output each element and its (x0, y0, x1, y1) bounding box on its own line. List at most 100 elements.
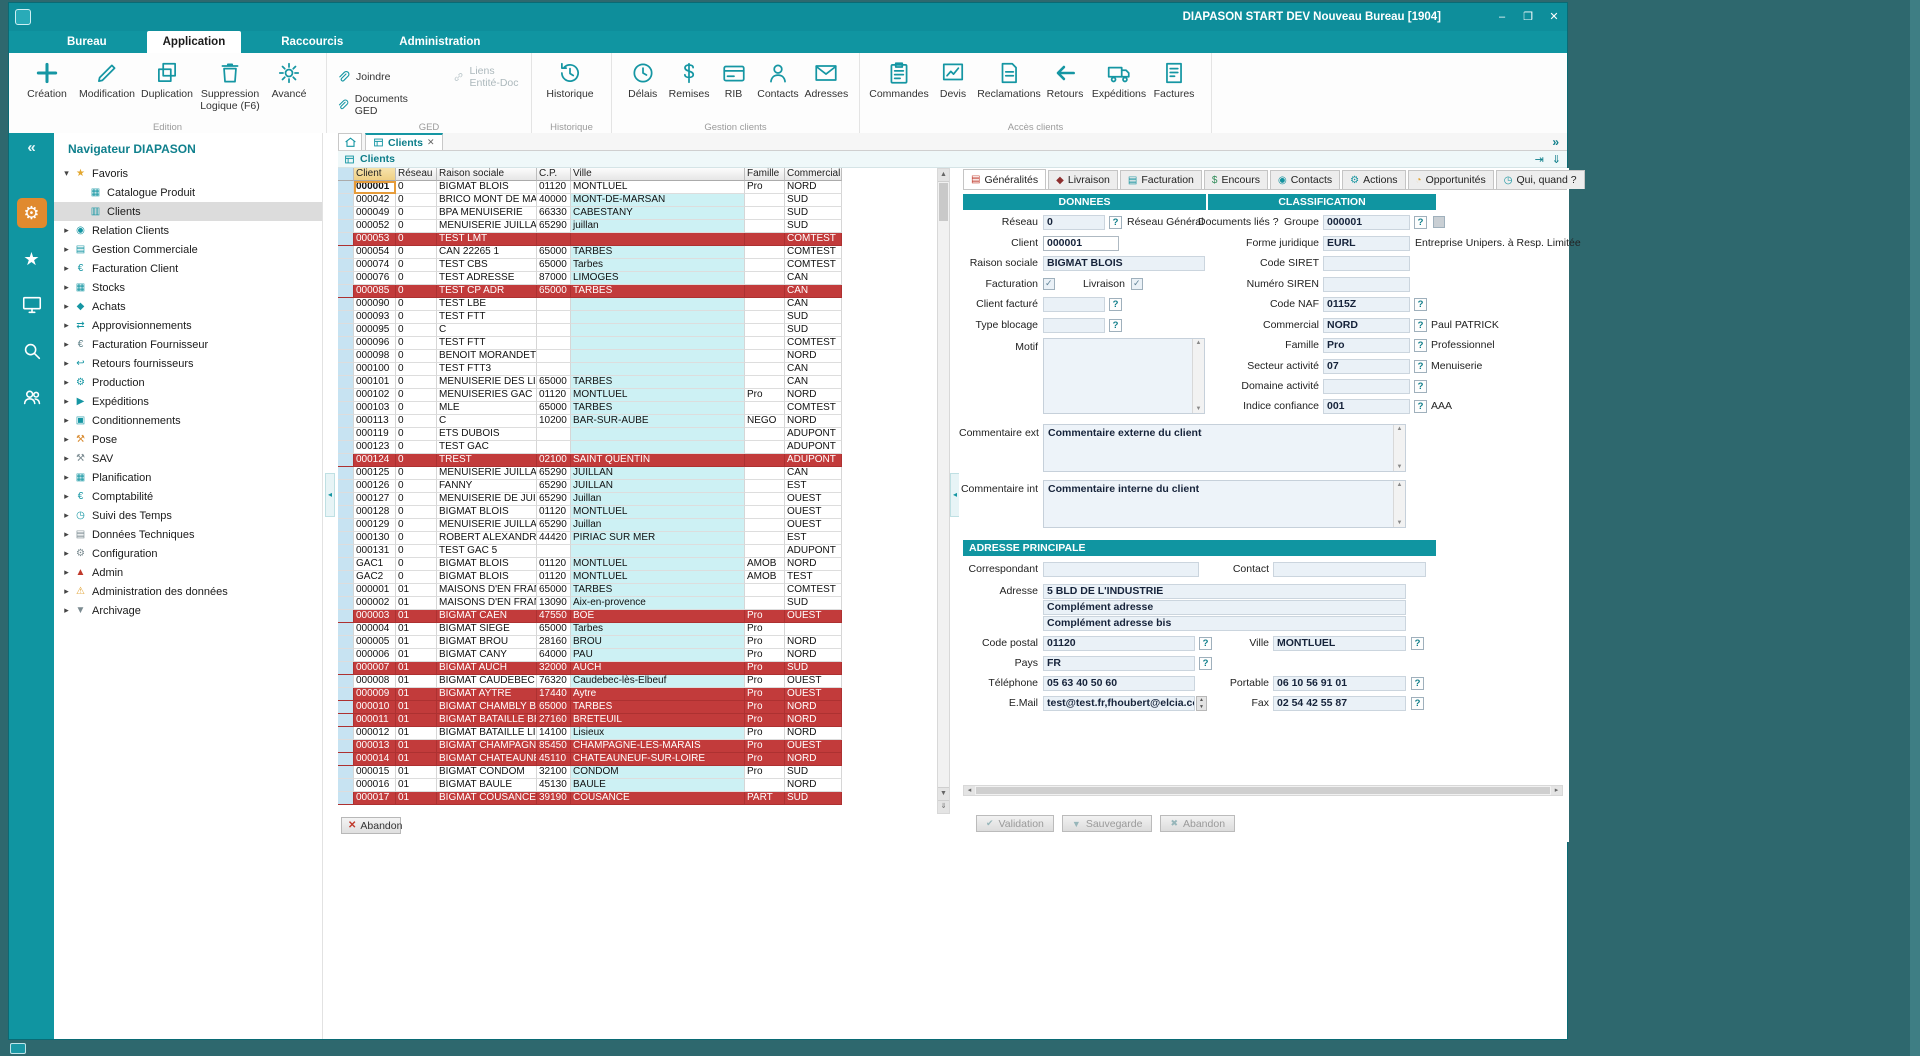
expander-arrow-icon[interactable]: ▸ (60, 529, 73, 540)
table-row[interactable]: 000103 0 MLE 65000 TARBES COMTEST (338, 402, 950, 415)
table-row[interactable]: 000008 01 BIGMAT CAUDEBEC 76320 Caudebec… (338, 675, 950, 688)
scroll-up-icon[interactable]: ▲ (938, 169, 949, 182)
table-row[interactable]: 000009 01 BIGMAT AYTRE 17440 Aytre Pro O… (338, 688, 950, 701)
table-row[interactable]: 000095 0 C SUD (338, 324, 950, 337)
expeditions-button[interactable]: Expéditions (1088, 57, 1150, 100)
nav-tree-item[interactable]: ▸ ◆ Achats (54, 297, 322, 316)
table-row[interactable]: 000123 0 TEST GAC ADUPONT (338, 441, 950, 454)
table-row[interactable]: GAC2 0 BIGMAT BLOIS 01120 MONTLUEL AMOB … (338, 571, 950, 584)
pays-help-button[interactable]: ? (1199, 657, 1212, 670)
expander-arrow-icon[interactable]: ▸ (60, 377, 73, 388)
scroll-left-icon[interactable]: ◂ (964, 786, 975, 795)
textarea-scrollbar[interactable] (1393, 481, 1405, 527)
code-naf-field[interactable]: 0115Z (1323, 297, 1410, 312)
table-row[interactable]: 000007 01 BIGMAT AUCH 32000 AUCH Pro SUD (338, 662, 950, 675)
table-row[interactable]: 000102 0 MENUISERIES GAC 01120 MONTLUEL … (338, 389, 950, 402)
table-row[interactable]: 000014 01 BIGMAT CHATEAUNEUF 45110 CHATE… (338, 753, 950, 766)
email-spinner[interactable] (1196, 696, 1207, 711)
indice-help-button[interactable]: ? (1414, 400, 1427, 413)
minimize-button[interactable]: – (1489, 6, 1515, 28)
famille-field[interactable]: Pro (1323, 338, 1410, 353)
expander-arrow-icon[interactable]: ▸ (60, 320, 73, 331)
commentaire-int-textarea[interactable]: Commentaire interne du client (1043, 480, 1406, 528)
historique-button[interactable]: Historique (540, 57, 600, 100)
commentaire-ext-textarea[interactable]: Commentaire externe du client (1043, 424, 1406, 472)
textarea-scrollbar[interactable] (1192, 339, 1204, 413)
nav-tree-item[interactable]: ▸ ▤ Données Techniques (54, 525, 322, 544)
correspondant-field[interactable] (1043, 562, 1199, 577)
table-row[interactable]: 000005 01 BIGMAT BROU 28160 BROU Pro NOR… (338, 636, 950, 649)
expander-arrow-icon[interactable]: ▸ (60, 225, 73, 236)
nav-tree-item[interactable]: ▸ ▼ Archivage (54, 601, 322, 620)
clients-tab[interactable]: Clients ✕ (365, 133, 443, 150)
ville-help-button[interactable]: ? (1411, 637, 1424, 650)
table-row[interactable]: 000113 0 C 10200 BAR-SUR-AUBE NEGO NORD (338, 415, 950, 428)
detail-tab[interactable]: $ Encours (1204, 170, 1268, 189)
expander-arrow-icon[interactable]: ▸ (60, 415, 73, 426)
close-button[interactable]: ✕ (1541, 6, 1567, 28)
table-row[interactable]: 000098 0 BENOIT MORANDET NORD (338, 350, 950, 363)
groupe-help-button[interactable]: ? (1414, 216, 1427, 229)
code-postal-help-button[interactable]: ? (1199, 637, 1212, 650)
table-row[interactable]: 000001 0 BIGMAT BLOIS 01120 MONTLUEL Pro… (338, 181, 950, 194)
scroll-down-icon[interactable]: ▼ (938, 787, 949, 800)
table-row[interactable]: 000001 01 MAISONS D'EN FRANCE 65000 TARB… (338, 584, 950, 597)
pin-panel-icon[interactable]: ⇥ (1535, 153, 1544, 166)
table-row[interactable]: 000130 0 ROBERT ALEXANDRE E 44420 PIRIAC… (338, 532, 950, 545)
dock-panel-icon[interactable]: ⇓ (1552, 153, 1561, 166)
portable-field[interactable]: 06 10 56 91 01 (1273, 676, 1406, 691)
table-abandon-button[interactable]: ✕ Abandon (341, 817, 401, 834)
expander-arrow-icon[interactable]: ▸ (60, 358, 73, 369)
header-cp[interactable]: C.P. (537, 168, 571, 181)
fax-field[interactable]: 02 54 42 55 87 (1273, 696, 1406, 711)
expander-arrow-icon[interactable]: ▸ (60, 491, 73, 502)
nav-tree-item[interactable]: ▸ ◷ Suivi des Temps (54, 506, 322, 525)
expander-arrow-icon[interactable]: ▸ (60, 605, 73, 616)
expander-arrow-icon[interactable]: ▸ (60, 263, 73, 274)
menu-tab[interactable]: Application (147, 31, 242, 53)
navigator-splitter[interactable] (323, 133, 338, 1039)
detail-tab[interactable]: ▤ Facturation (1120, 170, 1202, 189)
table-row[interactable]: 000013 01 BIGMAT CHAMPAGNE-LE 85450 CHAM… (338, 740, 950, 753)
table-row[interactable]: 000015 01 BIGMAT CONDOM 32100 CONDOM Pro… (338, 766, 950, 779)
nav-tree-item[interactable]: ▸ ▦ Stocks (54, 278, 322, 297)
reseau-help-button[interactable]: ? (1109, 216, 1122, 229)
modification-button[interactable]: Modification (77, 57, 137, 100)
header-famille[interactable]: Famille (745, 168, 785, 181)
domaine-help-button[interactable]: ? (1414, 380, 1427, 393)
indice-field[interactable]: 001 (1323, 399, 1410, 414)
sauvegarde-button[interactable]: ▼ Sauvegarde (1062, 815, 1153, 832)
home-tab[interactable] (338, 133, 362, 150)
secteur-field[interactable]: 07 (1323, 359, 1410, 374)
desktop-monitor-icon[interactable] (17, 290, 47, 320)
contacts-button[interactable]: Contacts (754, 57, 801, 100)
nav-tree-item[interactable]: ▸ ▲ Admin (54, 563, 322, 582)
collapse-nav-button[interactable]: « (27, 139, 35, 156)
table-row[interactable]: 000049 0 BPA MENUISERIE 66330 CABESTANY … (338, 207, 950, 220)
nav-tree-item[interactable]: ▸ ⚒ Pose (54, 430, 322, 449)
splitter-collapse-left[interactable]: ◂ (325, 473, 335, 517)
table-row[interactable]: 000017 01 BIGMAT COUSANCE 39190 COUSANCE… (338, 792, 950, 805)
contact-field[interactable] (1273, 562, 1426, 577)
table-row[interactable]: 000131 0 TEST GAC 5 ADUPONT (338, 545, 950, 558)
modules-gear-icon[interactable]: ⚙ (17, 198, 47, 228)
header-raison-sociale[interactable]: Raison sociale (437, 168, 537, 181)
telephone-field[interactable]: 05 63 40 50 60 (1043, 676, 1195, 691)
table-row[interactable]: 000006 01 BIGMAT CANY 64000 PAU Pro NORD (338, 649, 950, 662)
nav-tree-item[interactable]: ▸ ⚙ Production (54, 373, 322, 392)
table-row[interactable]: 000125 0 MENUISERIE JUILLANAIS 65290 JUI… (338, 467, 950, 480)
detail-tab[interactable]: ◔ Opportunités (1408, 170, 1494, 189)
table-row[interactable]: 000042 0 BRICO MONT DE MARSA 40000 MONT-… (338, 194, 950, 207)
joindre-button[interactable]: Joindre (335, 65, 427, 89)
table-row[interactable]: 000085 0 TEST CP ADR 65000 TARBES CAN (338, 285, 950, 298)
expander-arrow-icon[interactable]: ▸ (60, 453, 73, 464)
table-row[interactable]: 000003 01 BIGMAT CAEN 47550 BOE Pro OUES… (338, 610, 950, 623)
validation-button[interactable]: ✔ Validation (976, 815, 1054, 832)
expander-arrow-icon[interactable]: ▸ (60, 396, 73, 407)
table-row[interactable]: 000119 0 ETS DUBOIS ADUPONT (338, 428, 950, 441)
detail-tab[interactable]: ⚙ Actions (1342, 170, 1405, 189)
menu-tab[interactable]: Raccourcis (265, 31, 359, 53)
expander-arrow-icon[interactable]: ▸ (60, 567, 73, 578)
nav-tree-item[interactable]: ▸ € Comptabilité (54, 487, 322, 506)
detail-tab[interactable]: ◉ Contacts (1270, 170, 1340, 189)
